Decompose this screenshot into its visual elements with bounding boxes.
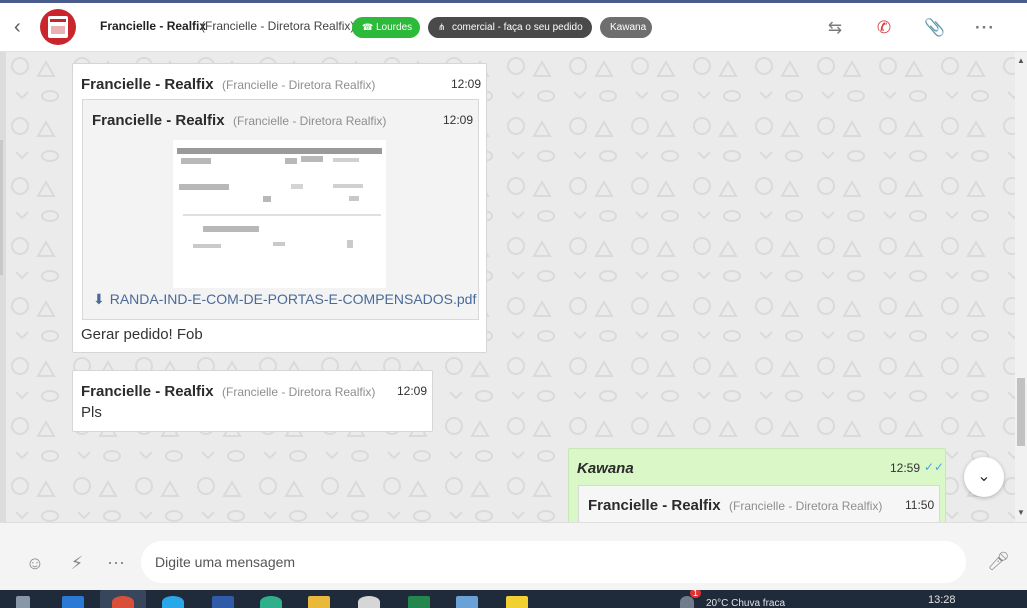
quoted-sender-role: (Francielle - Diretora Realfix): [729, 499, 883, 513]
message-time: 12:09: [451, 77, 482, 91]
quoted-time: 11:50: [905, 498, 935, 512]
chat-header: ‹ Francielle - Realfix (Francielle - Dir…: [0, 3, 1027, 52]
pdf-attachment-link[interactable]: ⬇ RANDA-IND-E-COM-DE-PORTAS-E-COMPENSADOS…: [93, 291, 476, 308]
notification-badge: 1: [690, 590, 702, 598]
chat-area[interactable]: Francielle - Realfix (Francielle - Diret…: [6, 52, 1015, 522]
quoted-sender: Francielle - Realfix: [92, 112, 225, 129]
message-sender-role: (Francielle - Diretora Realfix): [222, 78, 376, 92]
message-composer: ☺ ⚡︎ ⋯ 🎤︎: [0, 522, 1027, 591]
quoted-message[interactable]: Francielle - Realfix (Francielle - Diret…: [578, 485, 940, 522]
message-bubble[interactable]: Francielle - Realfix (Francielle - Diret…: [72, 370, 433, 432]
message-sender: Francielle - Realfix: [81, 76, 214, 93]
read-receipt-icon: ✓✓: [924, 460, 945, 474]
quoted-time: 12:09: [443, 113, 474, 127]
contact-name[interactable]: Francielle - Realfix: [100, 19, 206, 33]
tag-comercial[interactable]: ⋔ comercial - faça o seu pedido: [428, 17, 592, 38]
message-time: 12:59: [890, 461, 921, 475]
bolt-icon[interactable]: ⚡︎: [67, 553, 87, 573]
chevron-left-icon[interactable]: ‹: [14, 17, 34, 37]
tag-lourdes[interactable]: ☎ Lourdes: [352, 17, 420, 38]
message-text: Pls: [81, 404, 102, 421]
os-taskbar: 1 20°C Chuva fraca 13:28: [0, 590, 1027, 608]
message-bubble[interactable]: Francielle - Realfix (Francielle - Diret…: [72, 63, 487, 353]
message-text: Gerar pedido! Fob: [81, 326, 203, 343]
contact-subtitle: (Francielle - Diretora Realfix): [201, 19, 355, 33]
contact-avatar[interactable]: [40, 9, 76, 45]
pdf-preview-thumbnail[interactable]: [173, 140, 386, 288]
download-icon: ⬇: [93, 291, 105, 307]
message-sender: Kawana: [577, 460, 634, 477]
scroll-to-bottom-button[interactable]: ⌄: [964, 457, 1004, 497]
end-call-icon[interactable]: ✆: [873, 17, 895, 39]
scroll-up-arrow[interactable]: ▲: [1017, 56, 1025, 65]
taskbar-app-excel[interactable]: [408, 596, 430, 608]
taskbar-app-explorer[interactable]: [308, 596, 330, 608]
sitemap-icon: ⋔: [438, 22, 446, 32]
whatsapp-icon: ☎: [362, 22, 374, 32]
taskbar-app-chrome-icon: [112, 596, 134, 608]
taskbar-app-photos[interactable]: [456, 596, 478, 608]
tag-kawana[interactable]: Kawana: [600, 17, 652, 38]
taskbar-app-edge[interactable]: [260, 596, 282, 608]
weather-icon[interactable]: [680, 596, 694, 608]
weather-status[interactable]: 20°C Chuva fraca: [706, 598, 785, 608]
scrollbar-thumb[interactable]: [1017, 378, 1025, 446]
chevron-down-icon: ⌄: [977, 468, 991, 485]
taskbar-clock[interactable]: 13:28: [928, 594, 956, 606]
more-icon[interactable]: ···: [974, 17, 996, 39]
message-time: 12:09: [397, 384, 428, 398]
transfer-icon[interactable]: ⇆: [824, 17, 846, 39]
quick-reply-icon[interactable]: ⋯: [106, 553, 126, 573]
chat-scrollbar[interactable]: ▲ ▼: [1015, 52, 1027, 522]
taskbar-app-snip[interactable]: [358, 596, 380, 608]
microphone-icon[interactable]: 🎤︎: [987, 551, 1010, 575]
outgoing-message-bubble[interactable]: Kawana 12:59 ✓✓ Francielle - Realfix (Fr…: [568, 448, 946, 522]
start-icon[interactable]: [16, 596, 30, 608]
taskbar-app-outlook[interactable]: [62, 596, 84, 608]
taskbar-app-word[interactable]: [212, 596, 234, 608]
taskbar-app-skype[interactable]: [162, 596, 184, 608]
quoted-sender-role: (Francielle - Diretora Realfix): [233, 114, 387, 128]
quoted-message[interactable]: Francielle - Realfix (Francielle - Diret…: [82, 99, 479, 320]
scroll-down-arrow[interactable]: ▼: [1017, 508, 1025, 517]
paperclip-icon[interactable]: 📎: [924, 17, 946, 39]
message-input[interactable]: [141, 541, 966, 583]
message-sender: Francielle - Realfix: [81, 383, 214, 400]
taskbar-app-notes[interactable]: [506, 596, 528, 608]
emoji-icon[interactable]: ☺: [25, 553, 45, 573]
message-sender-role: (Francielle - Diretora Realfix): [222, 385, 376, 399]
quoted-sender: Francielle - Realfix: [588, 497, 721, 514]
